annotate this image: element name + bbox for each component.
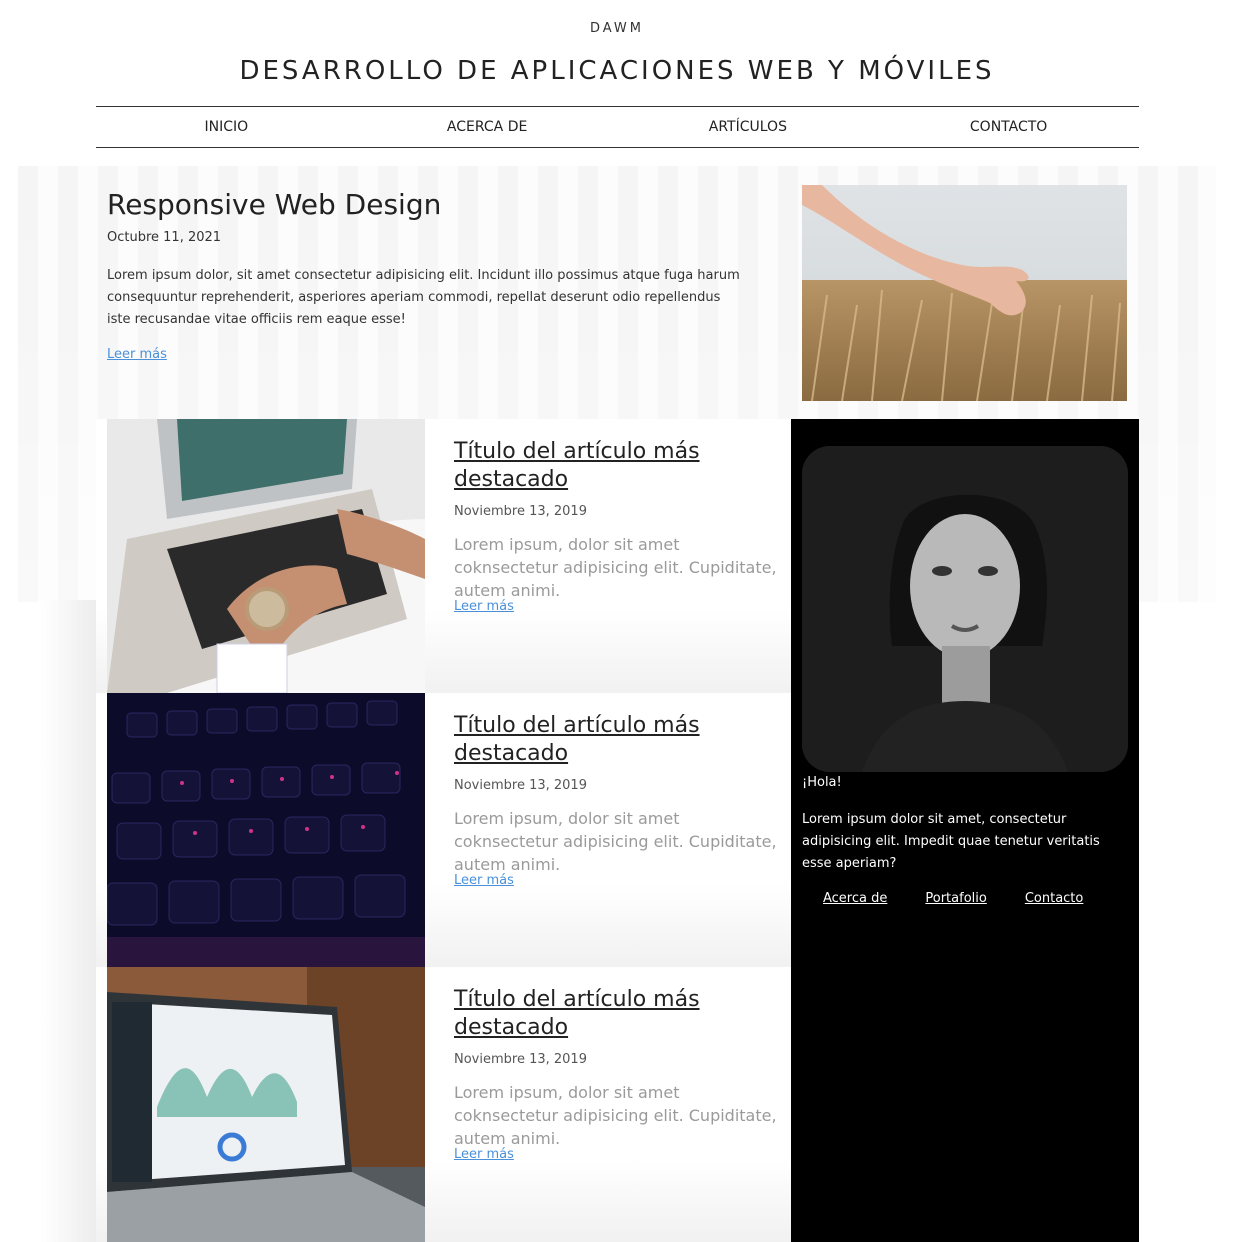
nav-item-articulos[interactable]: ARTÍCULOS [618, 107, 879, 147]
sidebar-links: Acerca de Portafolio Contacto [823, 891, 1083, 906]
featured-date: Octubre 11, 2021 [107, 230, 222, 245]
featured-post: Responsive Web Design Octubre 11, 2021 L… [96, 166, 1139, 419]
article-read-more-link[interactable]: Leer más [454, 599, 514, 614]
sidebar-greeting: ¡Hola! [802, 775, 842, 790]
nav-item-inicio[interactable]: INICIO [96, 107, 357, 147]
portrait-image [802, 446, 1128, 772]
article-date: Noviembre 13, 2019 [454, 778, 587, 793]
article-read-more-link[interactable]: Leer más [454, 873, 514, 888]
featured-read-more-link[interactable]: Leer más [107, 347, 167, 362]
sidebar-link-portafolio[interactable]: Portafolio [925, 891, 986, 906]
main-nav: INICIO ACERCA DE ARTÍCULOS CONTACTO [96, 106, 1139, 148]
laptop-dashboard-image [107, 967, 425, 1242]
featured-excerpt: Lorem ipsum dolor, sit amet consectetur … [107, 268, 740, 327]
article-card: Título del artículo más destacado Noviem… [96, 419, 791, 693]
article-image [107, 419, 425, 693]
hand-in-wheat-field-image [802, 185, 1127, 401]
article-card: Título del artículo más destacado Noviem… [96, 693, 791, 967]
article-date: Noviembre 13, 2019 [454, 1052, 587, 1067]
laptop-typing-image [107, 419, 425, 693]
author-sidebar: ¡Hola! Lorem ipsum dolor sit amet, conse… [791, 419, 1139, 1242]
author-avatar [802, 446, 1128, 772]
article-excerpt: Lorem ipsum, dolor sit amet coknsectetur… [454, 1083, 777, 1148]
article-title[interactable]: Título del artículo más destacado [454, 438, 774, 494]
sidebar-bio: Lorem ipsum dolor sit amet, consectetur … [802, 812, 1100, 871]
nav-item-contacto[interactable]: CONTACTO [878, 107, 1139, 147]
featured-title: Responsive Web Design [107, 188, 442, 221]
nav-item-acerca-de[interactable]: ACERCA DE [357, 107, 618, 147]
articles-list: Título del artículo más destacado Noviem… [96, 419, 791, 1242]
article-image [107, 967, 425, 1242]
article-excerpt: Lorem ipsum, dolor sit amet coknsectetur… [454, 809, 777, 874]
article-title[interactable]: Título del artículo más destacado [454, 986, 774, 1042]
article-read-more-link[interactable]: Leer más [454, 1147, 514, 1162]
keyboard-image [107, 693, 425, 967]
article-image [107, 693, 425, 967]
sidebar-link-acerca-de[interactable]: Acerca de [823, 891, 887, 906]
sidebar-link-contacto[interactable]: Contacto [1025, 891, 1084, 906]
brand-name: DAWM [589, 21, 645, 36]
site-header: DAWM DESARROLLO DE APLICACIONES WEB Y MÓ… [0, 0, 1234, 166]
article-excerpt: Lorem ipsum, dolor sit amet coknsectetur… [454, 535, 777, 600]
article-date: Noviembre 13, 2019 [454, 504, 587, 519]
featured-image [802, 185, 1127, 401]
article-card: Título del artículo más destacado Noviem… [96, 967, 791, 1242]
page-side-shadow [40, 600, 96, 1242]
site-title: DESARROLLO DE APLICACIONES WEB Y MÓVILES [239, 56, 995, 86]
article-title[interactable]: Título del artículo más destacado [454, 712, 774, 768]
